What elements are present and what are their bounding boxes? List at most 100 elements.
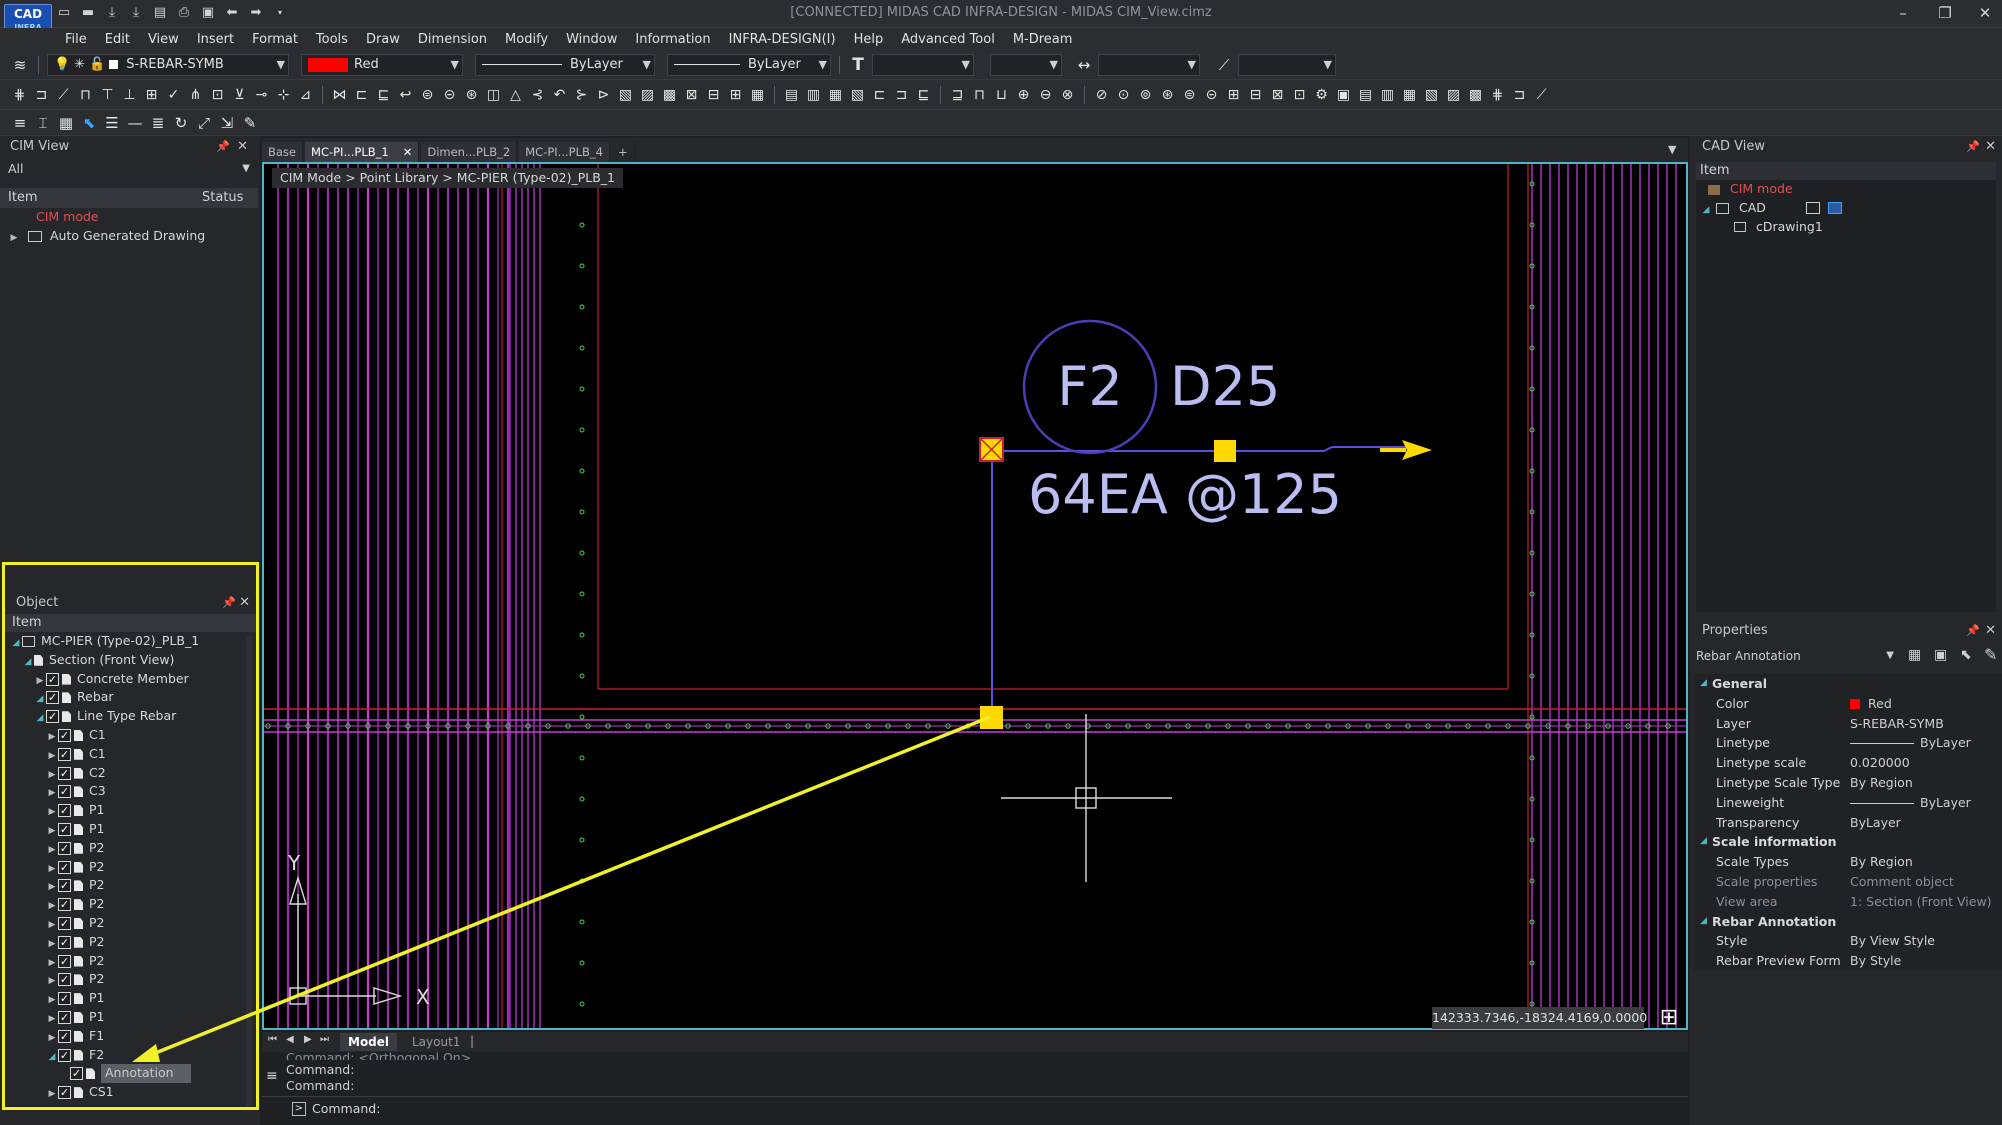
property-value[interactable]: By Style xyxy=(1850,951,1901,971)
last-layout-icon[interactable]: ⏭ xyxy=(320,1034,329,1045)
menu-information[interactable]: Information xyxy=(626,32,719,47)
cim-mode-item[interactable]: CIM mode xyxy=(0,208,258,227)
layers-stack-icon[interactable]: ☰ xyxy=(102,113,122,133)
menu-help[interactable]: Help xyxy=(845,32,893,47)
table-insert-icon[interactable]: ▦ xyxy=(56,113,76,133)
infra-tool-icon-41[interactable]: ⊑ xyxy=(914,85,933,105)
property-row[interactable]: Rebar Preview Form By Style xyxy=(1694,951,2002,971)
infra-tool-icon-24[interactable]: ⊰ xyxy=(528,85,547,105)
infra-tool-icon-63[interactable]: ▧ xyxy=(1422,85,1441,105)
text-height-combo[interactable]: ▼ xyxy=(990,53,1062,76)
infra-tool-icon-19[interactable]: ⊜ xyxy=(418,85,437,105)
prev-layout-icon[interactable]: ◀ xyxy=(286,1034,294,1045)
infra-tool-icon-57[interactable]: ⊡ xyxy=(1290,85,1309,105)
align-icon[interactable]: ≡ xyxy=(10,113,30,133)
tab-mc-pier-plb1[interactable]: MC-PI...PLB_1 ✕ xyxy=(305,142,420,162)
tab-mc-pier-plb4[interactable]: MC-PI...PLB_4 xyxy=(519,142,610,162)
property-category[interactable]: ◢ General xyxy=(1694,674,2002,694)
dim-style-icon[interactable]: ↔ xyxy=(1074,55,1094,75)
pointer-icon[interactable]: ⬉ xyxy=(79,113,99,133)
infra-tool-icon-16[interactable]: ⊏ xyxy=(352,85,371,105)
command-input[interactable]: Command: xyxy=(312,1101,380,1117)
quick-select-icon[interactable]: ▦ xyxy=(1908,647,1921,663)
infra-tool-icon-43[interactable]: ⊓ xyxy=(970,85,989,105)
infra-tool-icon-11[interactable]: ⊻ xyxy=(230,85,249,105)
tab-dimen-plb2[interactable]: Dimen...PLB_2 xyxy=(421,142,518,162)
property-row[interactable]: View area 1: Section (Front View) xyxy=(1694,892,2002,912)
infra-tool-icon-51[interactable]: ⊛ xyxy=(1158,85,1177,105)
infra-tool-icon-10[interactable]: ⊡ xyxy=(208,85,227,105)
pin-icon[interactable]: 📌 xyxy=(1966,136,1980,158)
infra-tool-icon-6[interactable]: ⊥ xyxy=(120,85,139,105)
property-category[interactable]: ◢ Rebar Annotation xyxy=(1694,912,2002,932)
cim-filter-combo[interactable]: All ▼ xyxy=(0,158,258,180)
drawing-canvas[interactable]: F2 D25 64EA @125 X Y xyxy=(262,162,1688,1030)
infra-tool-icon-50[interactable]: ⊚ xyxy=(1136,85,1155,105)
close-icon[interactable]: ✕ xyxy=(1985,620,1996,642)
text-style-icon[interactable]: T xyxy=(848,55,868,75)
pencil-icon[interactable]: ✎ xyxy=(240,113,260,133)
rotate-icon[interactable]: ↻ xyxy=(171,113,191,133)
infra-tool-icon-54[interactable]: ⊞ xyxy=(1224,85,1243,105)
add-tab-icon[interactable]: + xyxy=(612,142,635,162)
infra-tool-icon-23[interactable]: △ xyxy=(506,85,525,105)
layout-view-icon[interactable] xyxy=(1805,202,1820,215)
infra-tool-icon-36[interactable]: ▥ xyxy=(804,85,823,105)
infra-tool-icon-1[interactable]: ⋕ xyxy=(10,85,29,105)
menu-modify[interactable]: Modify xyxy=(496,32,557,47)
property-value[interactable]: By Region xyxy=(1850,852,1913,872)
layer-combo[interactable]: 💡 ✳ 🔓 S-REBAR-SYMB ▼ xyxy=(47,53,289,76)
infra-tool-icon-62[interactable]: ▦ xyxy=(1400,85,1419,105)
property-value[interactable]: Comment object xyxy=(1850,872,1954,892)
infra-tool-icon-2[interactable]: ⊐ xyxy=(32,85,51,105)
cad-item[interactable]: ◢ CAD xyxy=(1696,199,1996,218)
menu-tools[interactable]: Tools xyxy=(307,32,357,47)
infra-tool-icon-27[interactable]: ⊳ xyxy=(594,85,613,105)
menu-m-dream[interactable]: M-Dream xyxy=(1004,32,1082,47)
property-row[interactable]: Scale properties Comment object xyxy=(1694,872,2002,892)
infra-tool-icon-31[interactable]: ⊠ xyxy=(682,85,701,105)
menu-advanced-tool[interactable]: Advanced Tool xyxy=(892,32,1004,47)
model-view-icon[interactable] xyxy=(1827,202,1842,215)
menu-dimension[interactable]: Dimension xyxy=(409,32,496,47)
property-row[interactable]: Linetype ByLayer xyxy=(1694,733,2002,753)
pin-icon[interactable]: 📌 xyxy=(1966,620,1980,642)
collapse-icon[interactable]: ◢ xyxy=(1700,674,1707,694)
property-row[interactable]: Color Red xyxy=(1694,694,2002,714)
infra-tool-icon-42[interactable]: ⊒ xyxy=(948,85,967,105)
auto-generated-drawing-item[interactable]: ▶ Auto Generated Drawing xyxy=(0,227,258,246)
multiline-icon[interactable]: ≣ xyxy=(148,113,168,133)
property-value[interactable]: By View Style xyxy=(1850,931,1935,951)
infra-tool-icon-53[interactable]: ⊝ xyxy=(1202,85,1221,105)
infra-tool-icon-60[interactable]: ▤ xyxy=(1356,85,1375,105)
selection-combo[interactable]: Rebar Annotation ▼ xyxy=(1694,646,1894,666)
infra-tool-icon-55[interactable]: ⊟ xyxy=(1246,85,1265,105)
infra-tool-icon-22[interactable]: ◫ xyxy=(484,85,503,105)
infra-tool-icon-37[interactable]: ▦ xyxy=(826,85,845,105)
infra-tool-icon-12[interactable]: ⊸ xyxy=(252,85,271,105)
close-window-icon[interactable]: ✕ xyxy=(1974,4,1996,22)
infra-tool-icon-52[interactable]: ⊜ xyxy=(1180,85,1199,105)
infra-tool-icon-15[interactable]: ⋈ xyxy=(330,85,349,105)
collapse-icon[interactable]: ◢ xyxy=(1700,832,1707,852)
property-row[interactable]: Transparency ByLayer xyxy=(1694,813,2002,833)
infra-tool-icon-67[interactable]: ⊐ xyxy=(1510,85,1529,105)
linetype-combo[interactable]: ByLayer ▼ xyxy=(475,53,655,76)
dim-style-combo[interactable]: ▼ xyxy=(1098,53,1200,76)
infra-tool-icon-26[interactable]: ⊱ xyxy=(572,85,591,105)
property-value[interactable]: ByLayer xyxy=(1850,813,1901,833)
color-combo[interactable]: Red ▼ xyxy=(301,53,463,76)
infra-tool-icon-61[interactable]: ▥ xyxy=(1378,85,1397,105)
property-value[interactable]: ByLayer xyxy=(1850,733,1971,753)
infra-tool-icon-68[interactable]: ⟋ xyxy=(1532,85,1551,105)
infra-tool-icon-17[interactable]: ⊑ xyxy=(374,85,393,105)
toggle-pickadd-icon[interactable]: ▣ xyxy=(1934,647,1947,663)
text-box-icon[interactable]: ⌶ xyxy=(33,113,53,133)
menu-draw[interactable]: Draw xyxy=(357,32,409,47)
infra-tool-icon-18[interactable]: ↩ xyxy=(396,85,415,105)
infra-tool-icon-29[interactable]: ▨ xyxy=(638,85,657,105)
line-icon[interactable]: — xyxy=(125,113,145,133)
infra-tool-icon-49[interactable]: ⊙ xyxy=(1114,85,1133,105)
tab-layout1[interactable]: Layout1 xyxy=(404,1033,468,1051)
infra-tool-icon-9[interactable]: ⋔ xyxy=(186,85,205,105)
